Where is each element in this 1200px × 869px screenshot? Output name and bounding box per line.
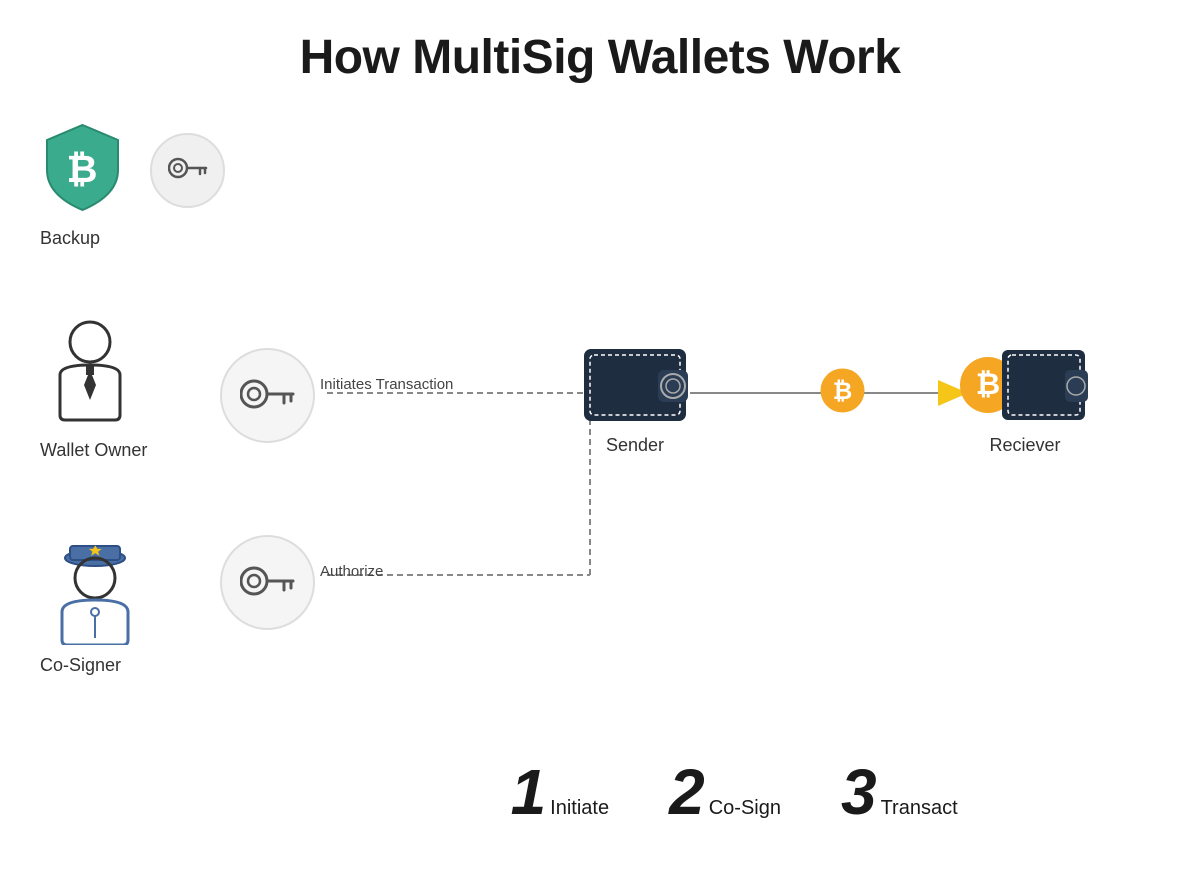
backup-label: Backup	[40, 228, 225, 249]
backup-key-icon	[150, 133, 225, 208]
steps-row: 1 Initiate 2 Co-Sign 3 Transact	[511, 760, 958, 824]
wallet-owner-icon	[40, 320, 140, 430]
bitcoin-shield-icon: ₿	[40, 120, 125, 220]
wallet-owner-key-icon	[220, 348, 315, 443]
step-2-label: Co-Sign	[709, 797, 781, 820]
sender-wallet-icon	[580, 340, 690, 430]
wallet-owner-key-section: Initiates Transaction	[220, 348, 315, 443]
step-1-label: Initiate	[550, 797, 609, 820]
sender-section: Sender	[580, 340, 690, 456]
svg-text:₿: ₿	[833, 378, 853, 405]
step-3-number: 3	[841, 760, 877, 824]
cosigner-section: Co-Signer	[40, 530, 150, 676]
receiver-wallet-icon: ₿	[960, 340, 1090, 430]
step-3-label: Transact	[881, 797, 958, 820]
wallet-owner-section: Wallet Owner	[40, 320, 147, 461]
page-container: How MultiSig Wallets Work ₿	[0, 0, 1200, 869]
svg-text:₿: ₿	[67, 149, 98, 191]
step-1-number: 1	[511, 760, 547, 824]
cosigner-key-section: Authorize	[220, 535, 315, 630]
step-2: 2 Co-Sign	[669, 760, 781, 824]
initiates-transaction-label: Initiates Transaction	[320, 376, 453, 393]
cosigner-label: Co-Signer	[40, 655, 150, 676]
svg-text:₿: ₿	[976, 368, 1000, 401]
step-3: 3 Transact	[841, 760, 958, 824]
authorize-label: Authorize	[320, 563, 383, 580]
step-1: 1 Initiate	[511, 760, 610, 824]
bitcoin-transfer-icon: ₿	[820, 368, 865, 418]
receiver-section: ₿ Reciever	[960, 340, 1090, 456]
cosigner-icon	[40, 530, 150, 645]
wallet-owner-label: Wallet Owner	[40, 440, 147, 461]
page-title: How MultiSig Wallets Work	[0, 0, 1200, 85]
backup-section: ₿ Backup	[40, 120, 225, 249]
step-2-number: 2	[669, 760, 705, 824]
receiver-label: Reciever	[989, 435, 1060, 456]
cosigner-key-icon	[220, 535, 315, 630]
sender-label: Sender	[606, 435, 664, 456]
